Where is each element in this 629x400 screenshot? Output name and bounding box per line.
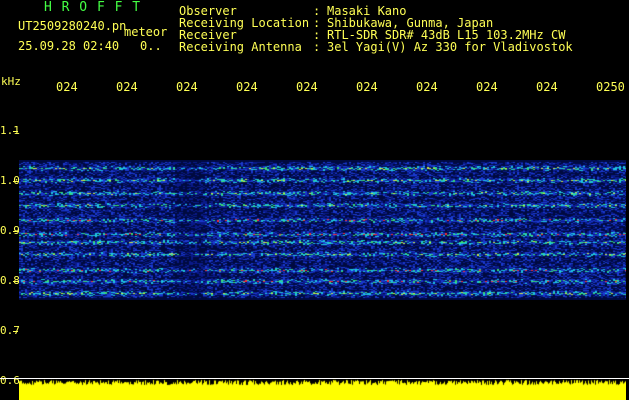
field-antenna-value: 3el Yagi(V) Az 330 for Vladivostok (327, 40, 573, 54)
field-antenna-sep: : (313, 40, 321, 54)
signal-level-band (19, 376, 626, 400)
hroft-screen: H R O F F T UT2509280240.pn meteor 25.09… (0, 0, 629, 400)
x-tick-label: 0250 (596, 80, 625, 94)
x-tick-label: 024 (176, 80, 198, 94)
y-tick-mark (13, 331, 18, 332)
x-tick-label: 024 (116, 80, 138, 94)
x-tick-label: 024 (56, 80, 78, 94)
x-tick-label: 024 (296, 80, 318, 94)
x-tick-label: 024 (356, 80, 378, 94)
count-label: 0.. (140, 39, 162, 53)
axis-unit-label: kHz (1, 75, 21, 88)
y-tick-mark (13, 131, 18, 132)
filename-label: UT2509280240.pn (18, 19, 127, 33)
x-tick-label: 024 (416, 80, 438, 94)
y-tick-mark (13, 181, 18, 182)
x-tick-label: 024 (536, 80, 558, 94)
spectrogram (19, 160, 626, 300)
field-antenna-label: Receiving Antenna (179, 40, 302, 54)
x-tick-label: 024 (236, 80, 258, 94)
meteor-label: meteor (124, 25, 168, 39)
y-tick-mark (13, 281, 18, 282)
x-tick-label: 024 (476, 80, 498, 94)
datetime-label: 25.09.28 02:40 (18, 39, 120, 53)
brand-title: H R O F F T (44, 0, 142, 15)
y-tick-label: 0.6 (0, 374, 20, 387)
y-tick-mark (13, 231, 18, 232)
